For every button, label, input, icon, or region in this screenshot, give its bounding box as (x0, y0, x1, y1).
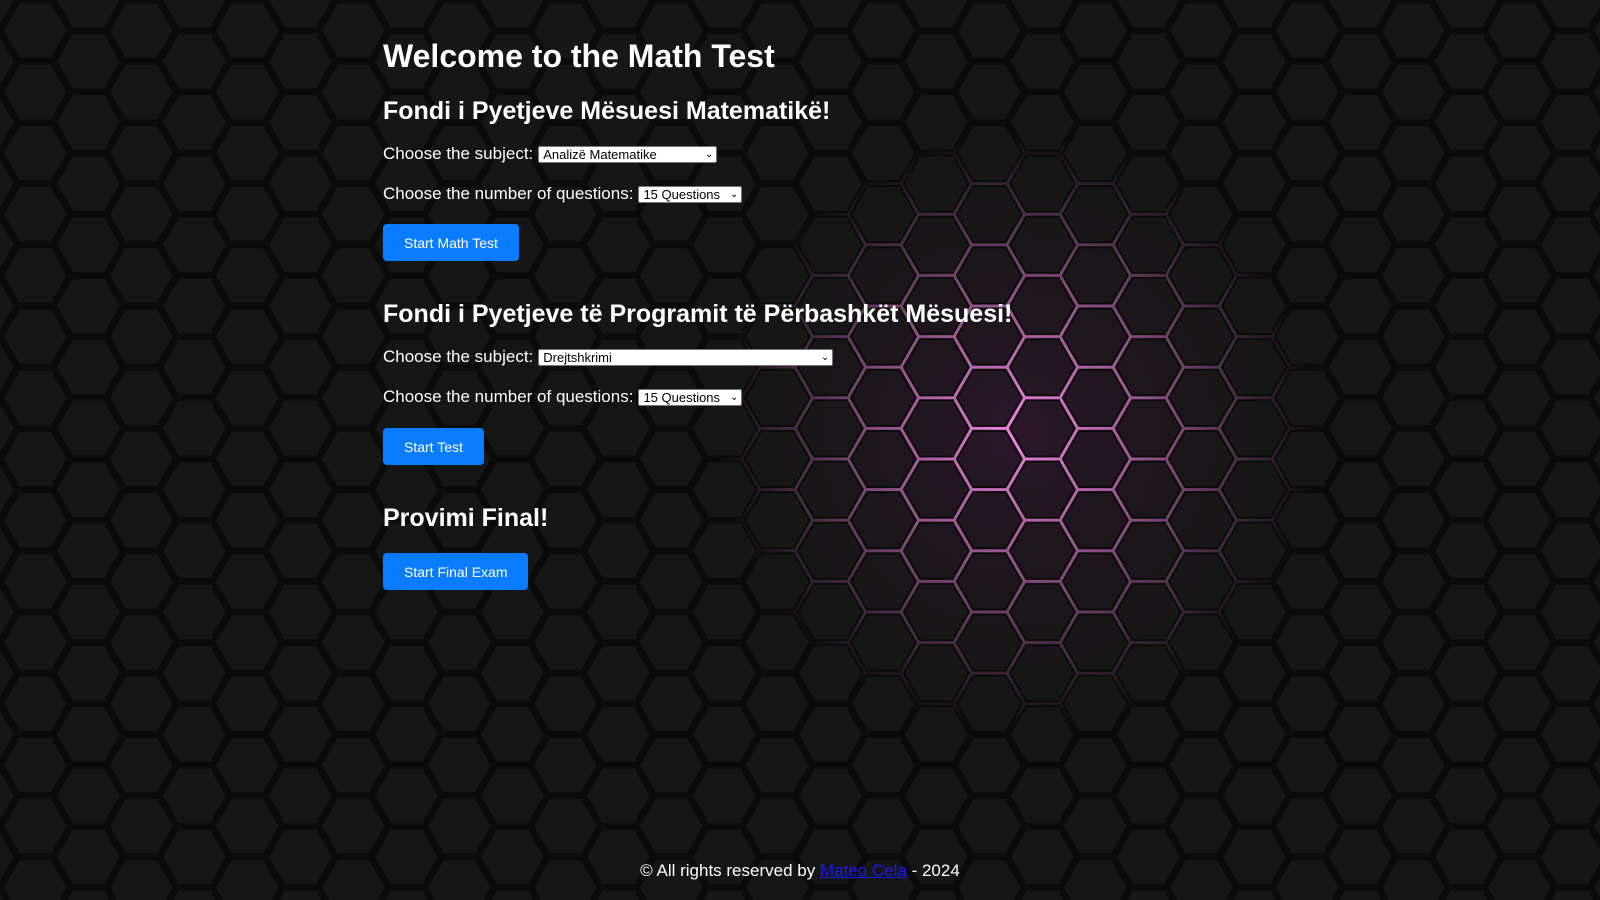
math-subject-label: Choose the subject: (383, 144, 534, 163)
hexagon-background (0, 0, 1600, 900)
math-section-heading: Fondi i Pyetjeve Mësuesi Matematikë! (383, 97, 831, 125)
common-count-value: 15 Questions (643, 389, 721, 405)
math-count-row: Choose the number of questions: 15 Quest… (383, 184, 743, 204)
footer-suffix: - 2024 (906, 861, 960, 880)
math-count-label: Choose the number of questions: (383, 184, 634, 203)
common-count-row: Choose the number of questions: 15 Quest… (383, 387, 743, 407)
author-link[interactable]: Mateo Cela (820, 861, 907, 880)
math-count-value: 15 Questions (643, 186, 721, 202)
start-final-exam-button[interactable]: Start Final Exam (383, 553, 529, 590)
footer-prefix: © All rights reserved by (640, 861, 820, 880)
common-count-label: Choose the number of questions: (383, 387, 634, 406)
common-subject-row: Choose the subject: Drejtshkrimi ⌄ (383, 347, 834, 367)
chevron-down-icon: ⌄ (730, 188, 739, 200)
chevron-down-icon: ⌄ (730, 391, 739, 403)
math-subject-select[interactable]: Analizë Matematike ⌄ (538, 145, 718, 163)
start-test-button[interactable]: Start Test (383, 428, 484, 465)
math-count-select[interactable]: 15 Questions ⌄ (638, 185, 743, 203)
math-subject-value: Analizë Matematike (543, 146, 657, 162)
footer: © All rights reserved by Mateo Cela - 20… (0, 861, 1600, 881)
final-section-heading: Provimi Final! (383, 504, 549, 532)
math-subject-row: Choose the subject: Analizë Matematike ⌄ (383, 144, 718, 164)
chevron-down-icon: ⌄ (820, 351, 830, 363)
common-count-select[interactable]: 15 Questions ⌄ (638, 388, 743, 406)
start-math-test-button[interactable]: Start Math Test (383, 224, 519, 261)
common-subject-label: Choose the subject: (383, 347, 534, 366)
page-title: Welcome to the Math Test (383, 38, 775, 74)
chevron-down-icon: ⌄ (704, 148, 714, 160)
common-subject-select[interactable]: Drejtshkrimi ⌄ (538, 348, 834, 366)
common-section-heading: Fondi i Pyetjeve të Programit të Përbash… (383, 300, 1013, 328)
common-subject-value: Drejtshkrimi (543, 349, 612, 365)
